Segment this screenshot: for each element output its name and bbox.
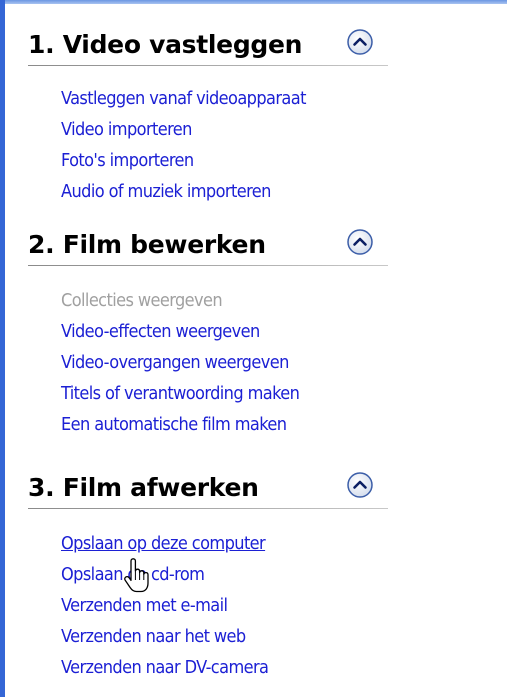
task-link[interactable]: Video-overgangen weergeven [61, 347, 299, 378]
section-divider [28, 265, 388, 266]
task-list: Opslaan op deze computer Opslaan op cd-r… [61, 528, 269, 683]
task-link[interactable]: Titels of verantwoording maken [61, 378, 300, 409]
collapse-up-icon[interactable] [345, 27, 375, 57]
task-pane-left-border [0, 0, 5, 697]
section-header[interactable]: 1. Video vastleggen [28, 27, 388, 67]
task-list: Collecties weergeven Video-effecten weer… [61, 285, 300, 440]
task-link[interactable]: Audio of muziek importeren [61, 176, 306, 207]
section-header[interactable]: 2. Film bewerken [28, 227, 388, 267]
task-link[interactable]: Opslaan op cd-rom [61, 559, 268, 590]
task-link-hovered[interactable]: Opslaan op deze computer [61, 528, 268, 559]
section-title: 3. Film afwerken [28, 473, 259, 502]
task-list: Vastleggen vanaf videoapparaat Video imp… [61, 83, 306, 207]
section-film-afwerken: 3. Film afwerken Opslaan op deze compute… [28, 470, 388, 678]
window-top-strip [0, 0, 507, 4]
task-link[interactable]: Foto's importeren [61, 145, 306, 176]
section-header[interactable]: 3. Film afwerken [28, 470, 388, 510]
section-divider [28, 65, 388, 66]
section-divider [28, 508, 388, 509]
task-link[interactable]: Een automatische film maken [61, 409, 299, 440]
task-link[interactable]: Verzenden met e-mail [61, 590, 268, 621]
task-link[interactable]: Verzenden naar DV-camera [61, 652, 269, 683]
section-film-bewerken: 2. Film bewerken Collecties weergeven Vi… [28, 227, 388, 435]
section-title: 2. Film bewerken [28, 230, 266, 259]
task-link[interactable]: Video-effecten weergeven [61, 316, 299, 347]
section-video-vastleggen: 1. Video vastleggen Vastleggen vanaf vid… [28, 27, 388, 202]
collapse-up-icon[interactable] [345, 227, 375, 257]
collapse-up-icon[interactable] [345, 470, 375, 500]
task-link[interactable]: Vastleggen vanaf videoapparaat [61, 83, 306, 114]
task-link[interactable]: Video importeren [61, 114, 306, 145]
section-title: 1. Video vastleggen [28, 30, 303, 59]
task-link[interactable]: Verzenden naar het web [61, 621, 268, 652]
task-link-disabled: Collecties weergeven [61, 290, 223, 311]
